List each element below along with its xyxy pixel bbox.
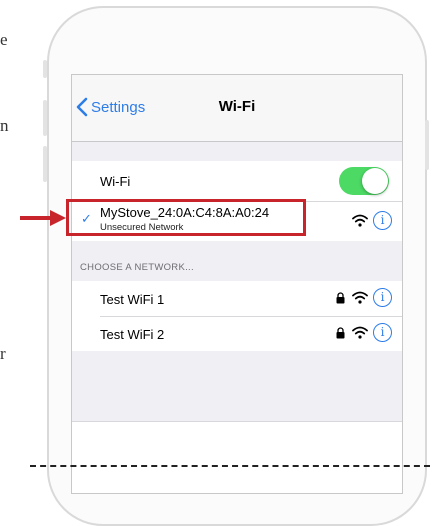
info-icon[interactable]: i [373,211,392,230]
wifi-icon [352,291,368,304]
toggle-knob [362,168,388,194]
network-row-2[interactable]: Test WiFi 2 i [72,317,402,351]
lock-icon [336,327,345,339]
phone-mute-switch [43,60,47,78]
phone-volume-down [43,146,47,182]
wifi-toggle-label: Wi-Fi [100,174,131,189]
left-text-fragment-1: e [0,30,8,49]
navigation-bar: Settings Wi-Fi [72,75,402,142]
network-name: Test WiFi 1 [100,292,165,307]
blank-panel [72,422,402,493]
left-text-fragment-2: n [0,116,9,135]
network-list: Test WiFi 1 i Test WiFi 2 i [72,281,402,351]
network-name: Test WiFi 2 [100,327,165,342]
wifi-icon [352,214,368,227]
dashed-divider [30,465,430,467]
network-row-1[interactable]: Test WiFi 1 i [72,281,402,316]
left-text-fragment-3: r [0,344,6,363]
phone-power-button [425,120,429,170]
phone-screen: Settings Wi-Fi Wi-Fi ✓ MyStove_24:0A:C4:… [71,74,403,494]
wifi-toggle-switch[interactable] [339,167,389,195]
arrow-right-icon [20,210,66,226]
page-title: Wi-Fi [218,98,256,115]
section-header: CHOOSE A NETWORK... [80,262,194,273]
info-icon[interactable]: i [373,288,392,307]
lock-icon [336,292,345,304]
wifi-toggle-row: Wi-Fi [72,161,402,201]
highlight-box [66,199,306,236]
wifi-icon [352,326,368,339]
info-icon[interactable]: i [373,323,392,342]
phone-volume-up [43,100,47,136]
empty-area [72,351,402,421]
